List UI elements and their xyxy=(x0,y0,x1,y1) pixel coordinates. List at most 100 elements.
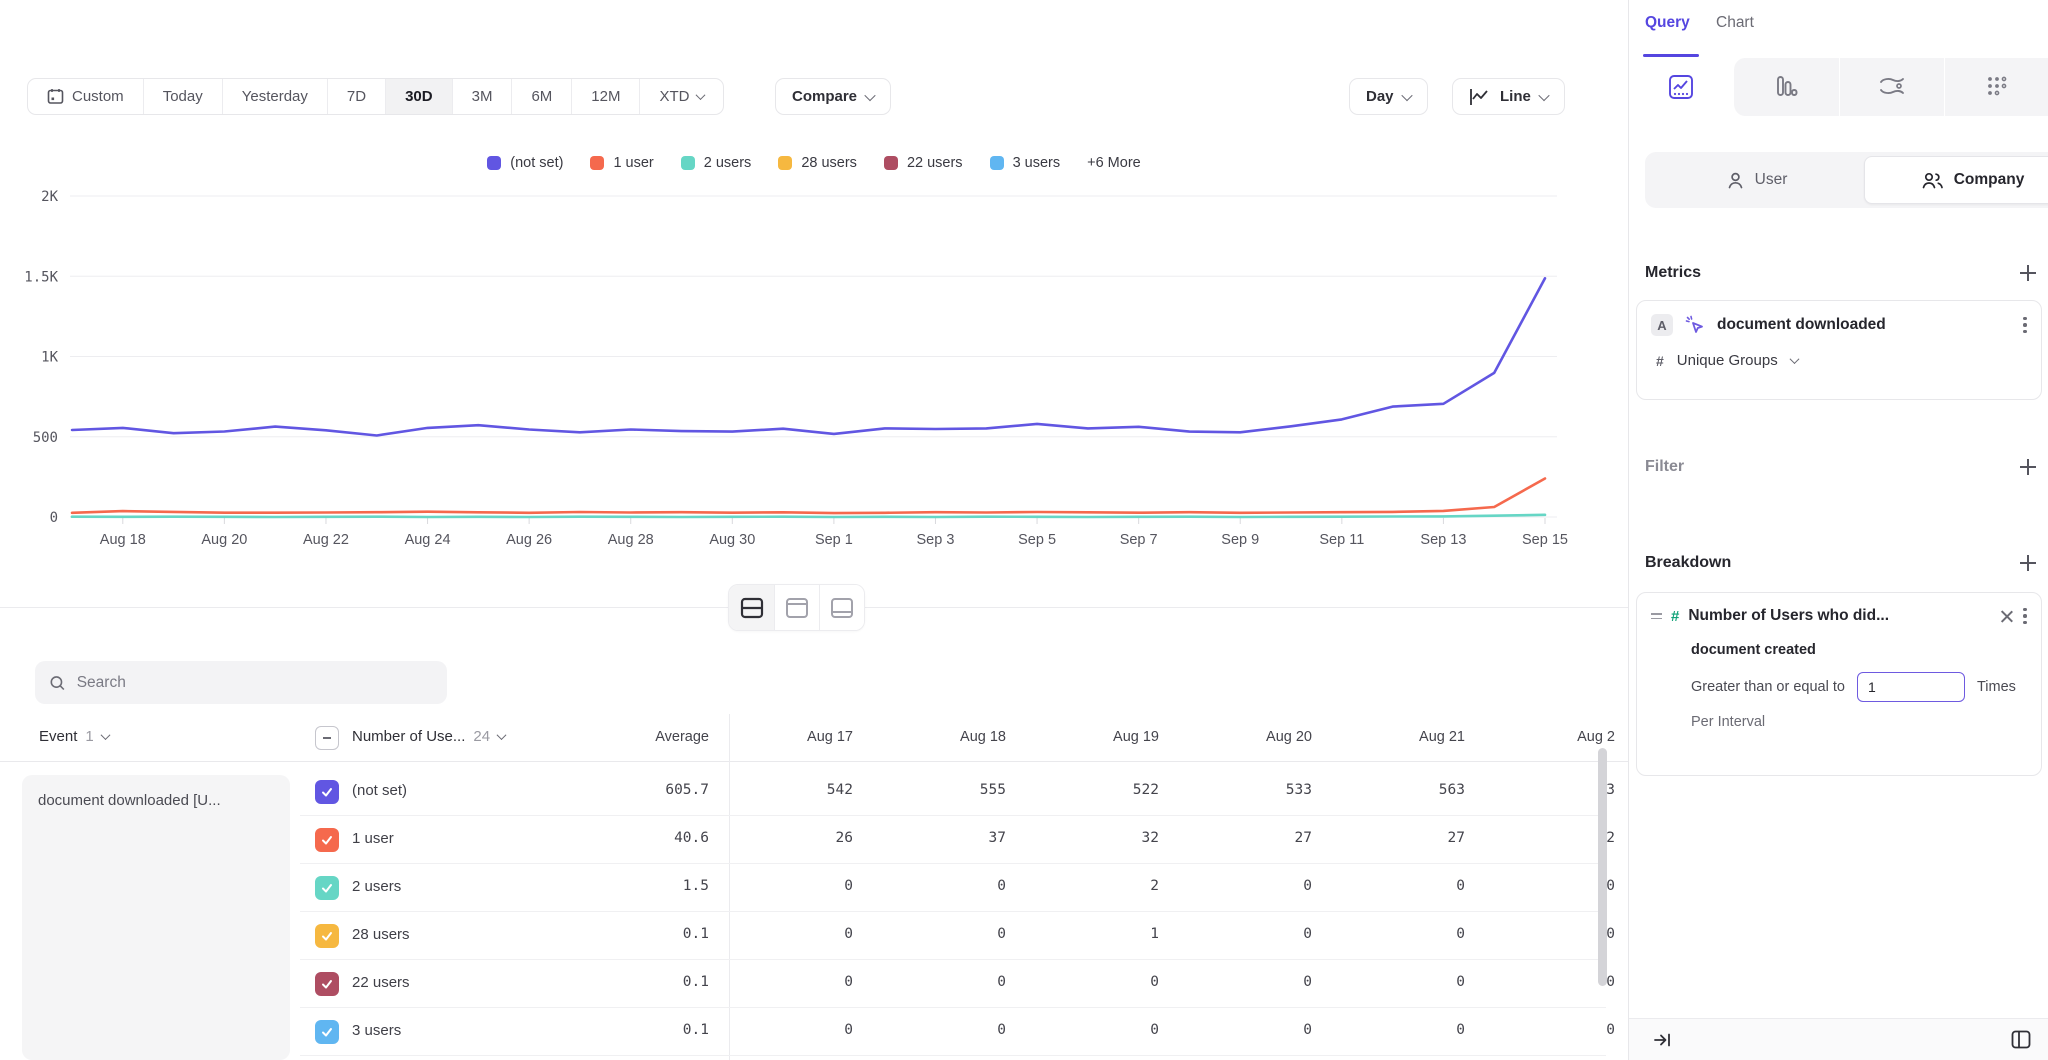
cell-value: 533 xyxy=(1286,782,1312,798)
date-column-header: Aug 19 xyxy=(1113,729,1159,745)
layout-top-button[interactable] xyxy=(774,585,819,630)
x-axis-label: Aug 20 xyxy=(201,532,247,548)
series-checkbox[interactable] xyxy=(315,828,339,852)
aggregation-dropdown[interactable]: Unique Groups xyxy=(1677,352,1778,369)
breakdown-menu-button[interactable] xyxy=(2023,608,2027,625)
close-icon[interactable] xyxy=(2000,609,2014,623)
series-checkbox[interactable] xyxy=(315,972,339,996)
average-value: 40.6 xyxy=(674,830,709,846)
table-header: Event 1 Number of Use... 24 Average Aug 1… xyxy=(0,714,1628,762)
tab-query[interactable]: Query xyxy=(1645,14,1690,32)
cell-value: 0 xyxy=(1456,1022,1465,1038)
check-icon xyxy=(320,881,334,895)
breakdown-event: document created xyxy=(1651,642,2027,658)
y-axis-label: 0 xyxy=(50,510,58,526)
cell-value: 563 xyxy=(1439,782,1465,798)
add-metric-button[interactable] xyxy=(2019,264,2037,282)
series-checkbox[interactable] xyxy=(315,876,339,900)
x-axis-label: Sep 13 xyxy=(1420,532,1466,548)
drag-handle-icon[interactable] xyxy=(1651,613,1662,619)
y-axis-label: 1K xyxy=(41,350,58,366)
cell-value: 0 xyxy=(997,926,1006,942)
x-axis-label: Aug 24 xyxy=(405,532,451,548)
add-breakdown-button[interactable] xyxy=(2019,554,2037,572)
line-chart[interactable]: 05001K1.5K2KAug 18Aug 20Aug 22Aug 24Aug … xyxy=(0,0,1628,570)
bottom-view-icon xyxy=(830,597,854,619)
breakdown-card[interactable]: # Number of Users who did... document cr… xyxy=(1636,592,2042,776)
check-icon xyxy=(320,929,334,943)
breakdown-per-interval[interactable]: Per Interval xyxy=(1651,714,2027,730)
metrics-header: Metrics xyxy=(1645,264,1701,282)
x-axis-label: Sep 5 xyxy=(1018,532,1056,548)
chevron-down-icon xyxy=(100,730,110,740)
cell-value: 0 xyxy=(1606,878,1615,894)
average-column-header: Average xyxy=(655,729,709,745)
metric-menu-button[interactable] xyxy=(2023,317,2027,334)
top-view-icon xyxy=(785,597,809,619)
series-line-1-user[interactable] xyxy=(72,479,1545,514)
cell-value: 2 xyxy=(1606,830,1615,846)
collapse-panel-icon[interactable] xyxy=(1653,1031,1672,1049)
series-checkbox[interactable] xyxy=(315,1020,339,1044)
x-axis-label: Aug 22 xyxy=(303,532,349,548)
cell-value: 26 xyxy=(836,830,853,846)
x-axis-label: Aug 30 xyxy=(709,532,755,548)
breakdown-condition[interactable]: Greater than or equal to xyxy=(1691,679,1845,695)
x-axis-label: Sep 15 xyxy=(1522,532,1568,548)
cell-value: 0 xyxy=(1456,878,1465,894)
sidebar-layout-icon[interactable] xyxy=(2011,1030,2031,1049)
indeterminate-icon xyxy=(321,732,333,744)
event-column-dropdown[interactable]: Event 1 xyxy=(39,728,109,745)
chart-type-bar-button[interactable] xyxy=(1733,58,1838,116)
y-axis-label: 500 xyxy=(33,430,58,446)
x-axis-label: Aug 18 xyxy=(100,532,146,548)
cell-value: 0 xyxy=(844,974,853,990)
search-input[interactable] xyxy=(77,674,433,692)
chevron-down-icon xyxy=(497,730,507,740)
metric-badge: A xyxy=(1651,314,1673,336)
layout-bottom-button[interactable] xyxy=(819,585,864,630)
date-column-header: Aug 18 xyxy=(960,729,1006,745)
date-column-header: Aug 20 xyxy=(1266,729,1312,745)
cell-value: 1 xyxy=(1150,926,1159,942)
vertical-scrollbar[interactable] xyxy=(1598,748,1607,986)
breakdown-value-input[interactable] xyxy=(1857,672,1965,702)
scatter-chart-icon xyxy=(1984,74,2010,100)
scope-user-option[interactable]: User xyxy=(1649,156,1864,204)
x-axis-label: Sep 3 xyxy=(917,532,955,548)
x-axis-label: Sep 11 xyxy=(1319,532,1364,548)
cell-value: 27 xyxy=(1448,830,1465,846)
series-line-2-users[interactable] xyxy=(72,515,1545,517)
cell-value: 522 xyxy=(1133,782,1159,798)
table-row: 3 users0.1000000 xyxy=(0,1008,1628,1056)
scope-user-label: User xyxy=(1755,171,1788,189)
series-header-label: Number of Use... xyxy=(352,728,465,745)
series-column-dropdown[interactable]: Number of Use... 24 xyxy=(352,728,505,745)
series-checkbox[interactable] xyxy=(315,780,339,804)
x-axis-label: Aug 28 xyxy=(608,532,654,548)
scope-company-option[interactable]: Company xyxy=(1864,156,2048,204)
check-icon xyxy=(320,977,334,991)
bar-chart-icon xyxy=(1773,74,1799,100)
chart-type-selector xyxy=(1629,58,2048,116)
split-view-icon xyxy=(740,597,764,619)
chart-type-flow-button[interactable] xyxy=(1839,58,1944,116)
series-checkbox[interactable] xyxy=(315,924,339,948)
layout-toggle-group xyxy=(728,584,865,631)
add-filter-button[interactable] xyxy=(2019,458,2037,476)
average-value: 0.1 xyxy=(683,926,709,942)
cell-value: 0 xyxy=(1150,1022,1159,1038)
chart-type-scatter-button[interactable] xyxy=(1944,58,2048,116)
metric-card[interactable]: A document downloaded # Unique Groups xyxy=(1636,300,2042,400)
tab-chart[interactable]: Chart xyxy=(1716,14,1754,32)
cell-value: 0 xyxy=(844,1022,853,1038)
select-all-checkbox[interactable] xyxy=(315,726,339,750)
cell-value: 0 xyxy=(1303,926,1312,942)
breakdown-header: Breakdown xyxy=(1645,554,1731,572)
cell-value: 2 xyxy=(1150,878,1159,894)
user-icon xyxy=(1726,171,1745,190)
chart-type-line-button[interactable] xyxy=(1629,58,1733,116)
breakdown-unit: Times xyxy=(1977,679,2016,695)
y-axis-label: 1.5K xyxy=(24,269,58,285)
layout-split-button[interactable] xyxy=(729,585,774,630)
